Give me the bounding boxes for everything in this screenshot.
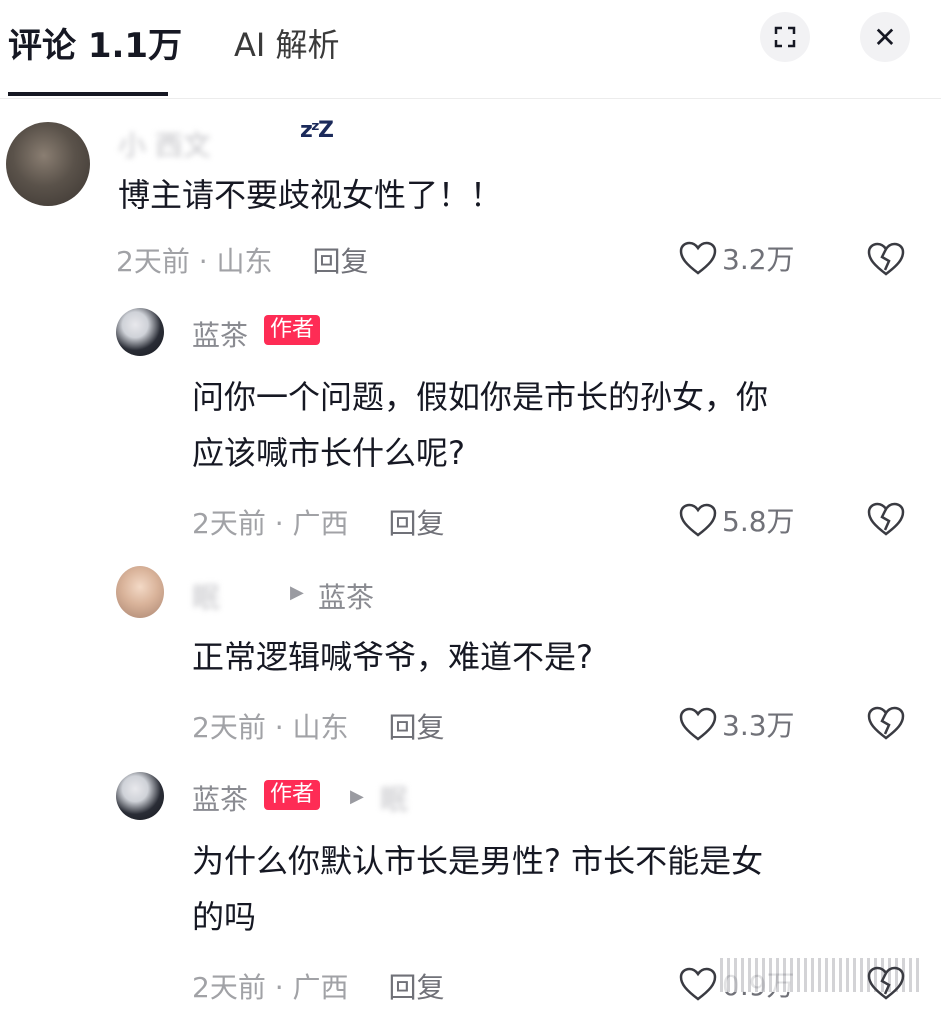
reply-text-line-1: 为什么你默认市长是男性? 市长不能是女 <box>192 842 764 880</box>
close-icon: ✕ <box>873 20 897 54</box>
reply-text-line-2: 应该喊市长什么呢? <box>192 434 465 472</box>
comment-text: 博主请不要歧视女性了！！ <box>118 176 503 214</box>
reply-to-name[interactable]: 蓝茶 <box>318 576 374 616</box>
reply-to-arrow-icon: ▶ <box>350 786 364 807</box>
like-button[interactable]: 5.8万 <box>678 500 795 540</box>
reply-text-line-1: 问你一个问题，假如你是市长的孙女，你 <box>192 378 769 416</box>
like-count: 5.8万 <box>722 505 795 538</box>
comments-header: 评论 1.1万 AI 解析 ✕ <box>0 0 941 99</box>
reply-to-name[interactable]: 眠 <box>380 778 408 818</box>
tab-comments[interactable]: 评论 1.1万 <box>8 18 182 67</box>
reply-time-location: 2天前 · 山东 <box>192 711 349 744</box>
reply-meta: 2天前 · 山东 回复 <box>192 706 445 746</box>
close-button[interactable]: ✕ <box>860 12 910 62</box>
active-tab-indicator <box>8 92 168 96</box>
author-badge: 作者 <box>264 315 321 345</box>
comment-time-location: 2天前 · 山东 <box>116 245 273 278</box>
like-button[interactable]: 3.3万 <box>678 704 795 744</box>
expand-button[interactable] <box>760 12 810 62</box>
expand-icon <box>774 26 796 48</box>
like-count: 3.3万 <box>722 709 795 742</box>
reply-button[interactable]: 回复 <box>389 507 445 540</box>
sleep-emoji-icon: zᶻZ <box>300 118 334 143</box>
reply-author-name[interactable]: 蓝茶 <box>192 314 248 354</box>
dislike-broken-heart-icon[interactable] <box>866 964 906 1002</box>
author-badge: 作者 <box>264 780 321 810</box>
reply-time-location: 2天前 · 广西 <box>192 971 349 1004</box>
avatar[interactable] <box>116 566 164 618</box>
dislike-broken-heart-icon[interactable] <box>866 500 906 538</box>
dislike-broken-heart-icon[interactable] <box>866 704 906 742</box>
author-avatar[interactable] <box>116 308 164 356</box>
avatar[interactable] <box>6 122 90 206</box>
reply-author-name[interactable]: 蓝茶 <box>192 778 248 818</box>
comment-meta: 2天前 · 山东 回复 <box>116 240 369 280</box>
heart-icon <box>679 503 717 537</box>
author-avatar[interactable] <box>116 772 164 820</box>
dislike-broken-heart-icon[interactable] <box>866 240 906 278</box>
reply-to-arrow-icon: ▶ <box>290 582 304 603</box>
tab-ai-analysis[interactable]: AI 解析 <box>234 20 340 66</box>
reply-meta: 2天前 · 广西 回复 <box>192 966 445 1006</box>
reply-author-name[interactable]: 眠 <box>192 576 220 616</box>
heart-icon <box>679 241 717 275</box>
reply-button[interactable]: 回复 <box>389 711 445 744</box>
reply-button[interactable]: 回复 <box>313 245 369 278</box>
reply-button[interactable]: 回复 <box>389 971 445 1004</box>
heart-icon <box>679 967 717 1001</box>
reply-time-location: 2天前 · 广西 <box>192 507 349 540</box>
heart-icon <box>679 707 717 741</box>
like-button[interactable]: 3.2万 <box>678 238 795 278</box>
comment-author-name[interactable]: 小 西文 <box>118 124 211 164</box>
reply-text: 正常逻辑喊爷爷，难道不是? <box>192 638 593 676</box>
like-count: 3.2万 <box>722 243 795 276</box>
reply-text-line-2: 的吗 <box>192 898 257 936</box>
reply-meta: 2天前 · 广西 回复 <box>192 502 445 542</box>
